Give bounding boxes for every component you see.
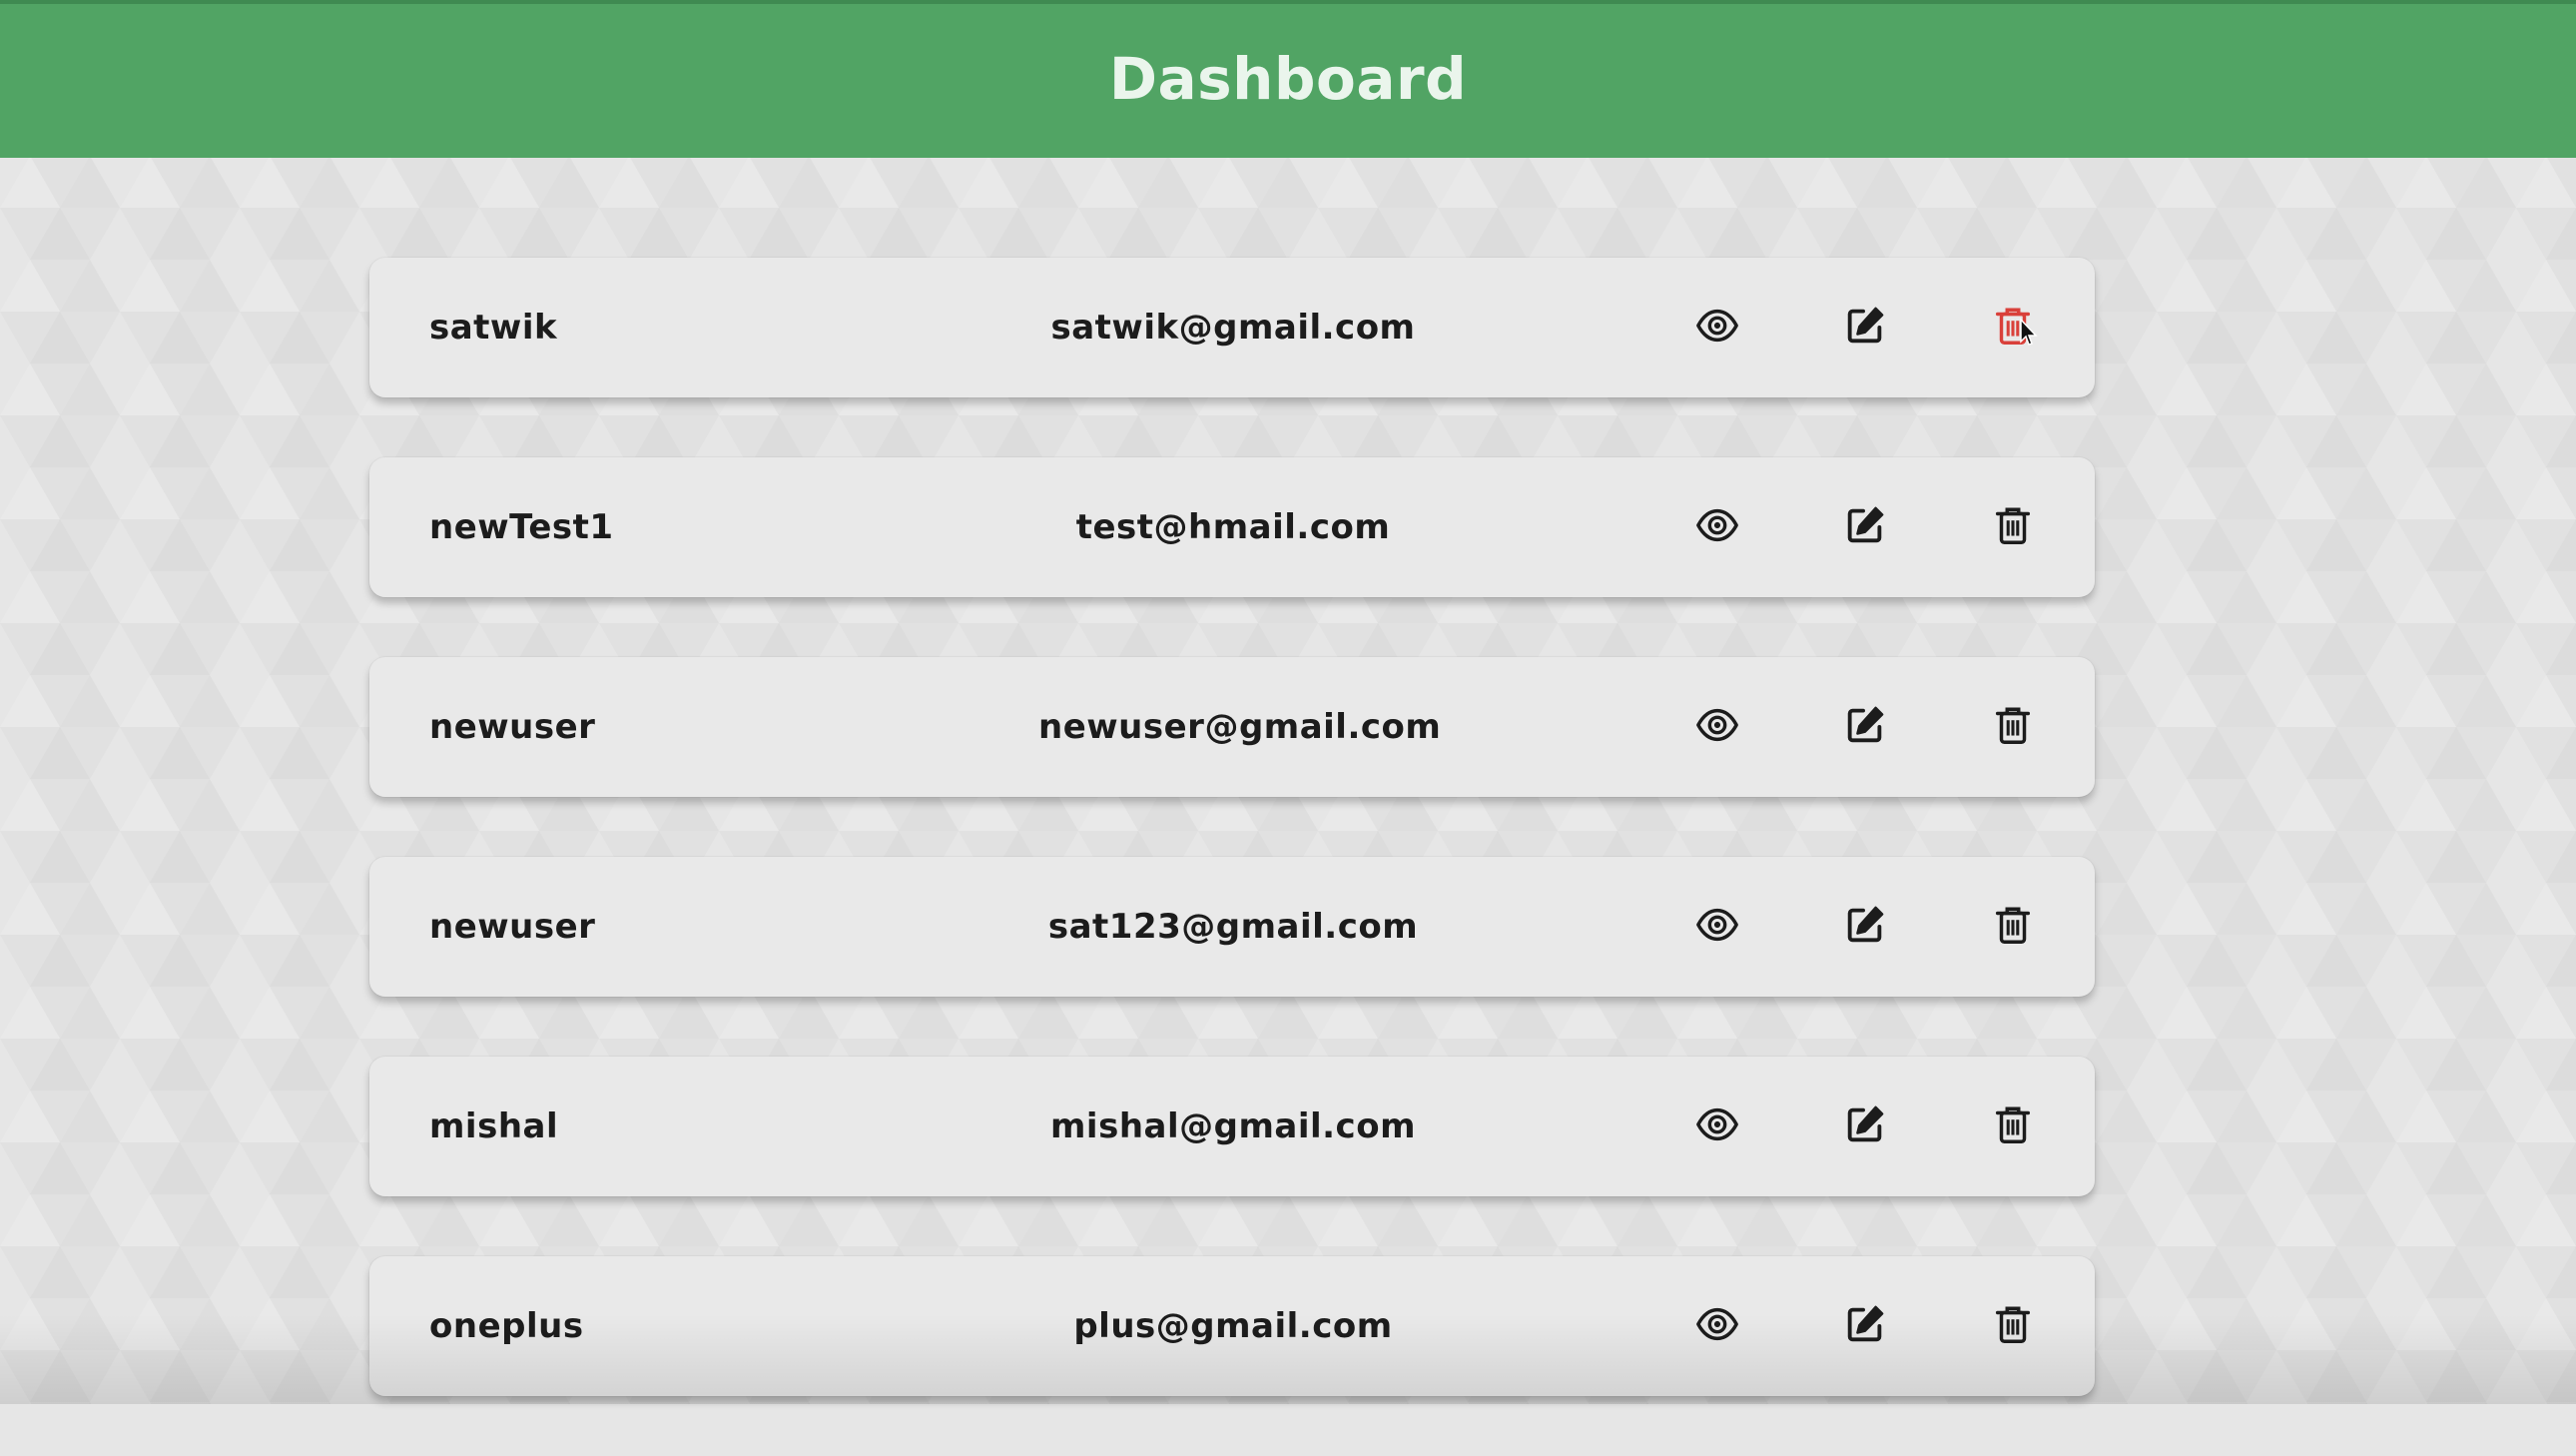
trash-icon	[1995, 907, 2031, 944]
delete-button[interactable]	[1983, 695, 2043, 755]
user-card: oneplus plus@gmail.com	[369, 1256, 2095, 1396]
user-card: newuser newuser@gmail.com	[369, 657, 2095, 797]
trash-icon	[1995, 1106, 2031, 1143]
user-email: mishal@gmail.com	[1050, 1106, 1416, 1146]
eye-icon	[1696, 508, 1738, 542]
user-name: satwik	[429, 308, 558, 348]
view-button[interactable]	[1687, 495, 1747, 555]
view-button[interactable]	[1687, 895, 1747, 955]
delete-button[interactable]	[1983, 895, 2043, 955]
trash-icon	[1995, 707, 2031, 744]
eye-icon	[1696, 708, 1738, 742]
user-card: satwik satwik@gmail.com	[369, 258, 2095, 397]
view-button[interactable]	[1687, 695, 1747, 755]
edit-button[interactable]	[1835, 1094, 1895, 1154]
user-card: newuser sat123@gmail.com	[369, 857, 2095, 997]
delete-button[interactable]	[1983, 1294, 2043, 1354]
view-button[interactable]	[1687, 1094, 1747, 1154]
user-email: test@hmail.com	[1075, 507, 1391, 547]
eye-icon	[1696, 1307, 1738, 1341]
user-list: satwik satwik@gmail.com newTest1 test@hmail…	[369, 258, 2095, 1456]
user-email: plus@gmail.com	[1073, 1306, 1393, 1346]
user-name: newuser	[429, 907, 596, 947]
user-card: mishal mishal@gmail.com	[369, 1057, 2095, 1196]
user-name: newTest1	[429, 507, 614, 547]
trash-icon	[1995, 507, 2031, 544]
edit-icon	[1847, 506, 1884, 543]
user-email: sat123@gmail.com	[1047, 907, 1419, 947]
user-name: mishal	[429, 1106, 559, 1146]
trash-icon	[1995, 1306, 2031, 1343]
edit-icon	[1847, 906, 1884, 943]
user-name: oneplus	[429, 1306, 584, 1346]
mouse-cursor-icon	[2020, 318, 2038, 346]
edit-button[interactable]	[1835, 296, 1895, 356]
edit-button[interactable]	[1835, 1294, 1895, 1354]
view-button[interactable]	[1687, 1294, 1747, 1354]
user-email: satwik@gmail.com	[1050, 308, 1416, 348]
edit-button[interactable]	[1835, 895, 1895, 955]
user-card: newTest1 test@hmail.com	[369, 457, 2095, 597]
edit-button[interactable]	[1835, 495, 1895, 555]
user-name: newuser	[429, 707, 596, 747]
edit-icon	[1847, 307, 1884, 344]
eye-icon	[1696, 1107, 1738, 1141]
app-header: Dashboard	[0, 0, 2576, 158]
edit-icon	[1847, 706, 1884, 743]
delete-button[interactable]	[1983, 1094, 2043, 1154]
edit-icon	[1847, 1105, 1884, 1142]
page-title: Dashboard	[1108, 45, 1468, 113]
edit-button[interactable]	[1835, 695, 1895, 755]
delete-button[interactable]	[1983, 495, 2043, 555]
eye-icon	[1696, 309, 1738, 343]
eye-icon	[1696, 908, 1738, 942]
user-email: newuser@gmail.com	[1038, 707, 1442, 747]
edit-icon	[1847, 1305, 1884, 1342]
view-button[interactable]	[1687, 296, 1747, 356]
